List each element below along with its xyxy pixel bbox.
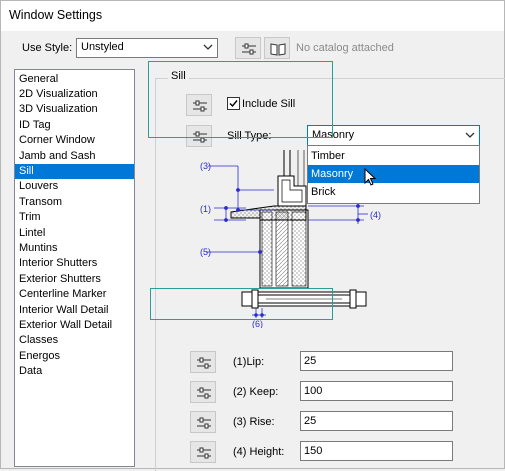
sliders-icon (197, 447, 211, 459)
height-label: (4) Height: (233, 446, 285, 458)
category-item-interior-shutters[interactable]: Interior Shutters (15, 256, 134, 271)
use-style-dropdown[interactable]: Unstyled (76, 38, 218, 58)
rise-label: (3) Rise: (233, 416, 275, 428)
category-item-id-tag[interactable]: ID Tag (15, 118, 134, 133)
category-item-2d-visualization[interactable]: 2D Visualization (15, 87, 134, 102)
category-item-sill[interactable]: Sill (15, 164, 134, 179)
lip-settings-button[interactable] (190, 351, 216, 373)
dimension-label-5: (5) (200, 247, 211, 257)
category-item-exterior-wall-detail[interactable]: Exterior Wall Detail (15, 318, 134, 333)
book-icon (270, 43, 286, 56)
category-item-louvers[interactable]: Louvers (15, 179, 134, 194)
use-style-value: Unstyled (81, 41, 124, 53)
sill-type-option-timber[interactable]: Timber (308, 147, 479, 165)
rise-settings-button[interactable] (190, 411, 216, 433)
dimension-label-4: (4) (370, 210, 381, 220)
keep-settings-button[interactable] (190, 381, 216, 403)
keep-input[interactable]: 100 (300, 381, 453, 401)
keep-label: (2) Keep: (233, 386, 279, 398)
category-item-data[interactable]: Data (15, 364, 134, 379)
highlight-box-include (148, 61, 333, 138)
sliders-icon (197, 357, 211, 369)
dimension-label-6: (6) (252, 319, 263, 328)
lip-value: 25 (304, 355, 317, 367)
height-value: 150 (304, 445, 323, 457)
keep-value: 100 (304, 385, 323, 397)
mouse-cursor-icon (364, 168, 377, 186)
category-item-corner-window[interactable]: Corner Window (15, 133, 134, 148)
chevron-down-icon (465, 132, 475, 138)
catalog-status: No catalog attached (296, 42, 394, 54)
dimension-label-3: (3) (200, 161, 211, 171)
category-item-jamb-and-sash[interactable]: Jamb and Sash (15, 149, 134, 164)
rise-value: 25 (304, 415, 317, 427)
category-item-centerline-marker[interactable]: Centerline Marker (15, 287, 134, 302)
category-item-exterior-shutters[interactable]: Exterior Shutters (15, 272, 134, 287)
sill-type-options[interactable]: Timber Masonry Brick (307, 145, 480, 204)
category-item-general[interactable]: General (15, 72, 134, 87)
dimension-label-1: (1) (200, 204, 211, 214)
lip-label: (1)Lip: (233, 356, 265, 368)
category-item-classes[interactable]: Classes (15, 333, 134, 348)
catalog-button[interactable] (264, 37, 290, 59)
chevron-down-icon (203, 44, 213, 50)
highlight-box-plan (150, 288, 333, 320)
lip-input[interactable]: 25 (300, 351, 453, 371)
height-settings-button[interactable] (190, 441, 216, 463)
sliders-icon (242, 43, 256, 55)
title-bar: Window Settings (1, 1, 504, 31)
category-item-3d-visualization[interactable]: 3D Visualization (15, 102, 134, 117)
category-item-lintel[interactable]: Lintel (15, 226, 134, 241)
category-list[interactable]: General 2D Visualization 3D Visualizatio… (14, 69, 135, 467)
use-style-label: Use Style: (22, 42, 73, 54)
sill-type-option-brick[interactable]: Brick (308, 183, 479, 201)
rise-input[interactable]: 25 (300, 411, 453, 431)
category-item-muntins[interactable]: Muntins (15, 241, 134, 256)
category-item-transom[interactable]: Transom (15, 195, 134, 210)
sliders-icon (197, 417, 211, 429)
window-title: Window Settings (9, 8, 103, 22)
height-input[interactable]: 150 (300, 441, 453, 461)
sill-type-option-masonry[interactable]: Masonry (308, 165, 479, 183)
category-item-energos[interactable]: Energos (15, 349, 134, 364)
category-item-trim[interactable]: Trim (15, 210, 134, 225)
sliders-icon (197, 387, 211, 399)
style-settings-button[interactable] (235, 37, 261, 59)
category-item-interior-wall-detail[interactable]: Interior Wall Detail (15, 303, 134, 318)
